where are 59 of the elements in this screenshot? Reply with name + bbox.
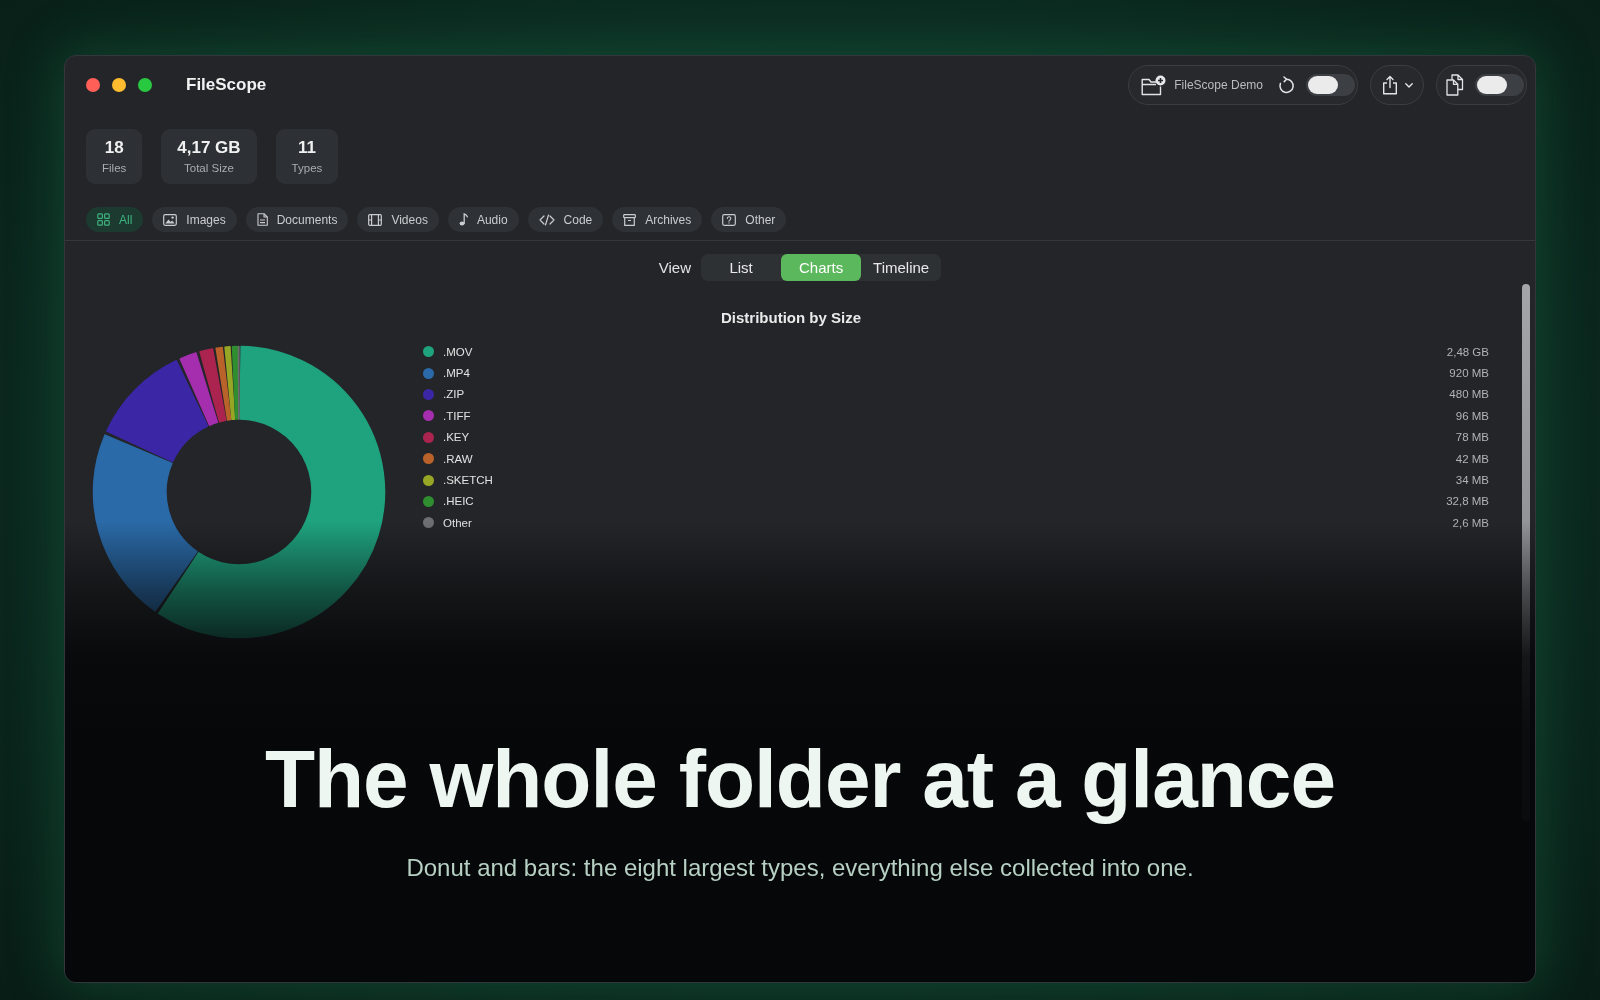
- share-icon: [1381, 75, 1398, 95]
- image-icon: [163, 213, 178, 226]
- stat-label: Files: [102, 161, 127, 175]
- legend-value: 96 MB: [1455, 409, 1489, 422]
- legend-value: 78 MB: [1455, 431, 1489, 444]
- legend-label: .RAW: [443, 452, 473, 465]
- share-menu-button[interactable]: [1370, 65, 1424, 105]
- legend-value: 42 MB: [1455, 452, 1489, 465]
- filter-chip[interactable]: All: [86, 207, 144, 232]
- window-title: FileScope: [186, 75, 267, 95]
- legend-value: 480 MB: [1449, 388, 1489, 401]
- legend-label: Other: [443, 516, 472, 529]
- folder-plus-icon: [1141, 74, 1167, 96]
- question-box-icon: [722, 213, 737, 226]
- close-button[interactable]: [86, 78, 100, 92]
- legend-value: 34 MB: [1455, 474, 1489, 487]
- view-tab[interactable]: Timeline: [861, 254, 942, 281]
- legend-label: .TIFF: [443, 409, 471, 422]
- legend-label: .MP4: [443, 367, 470, 380]
- scrollbar-thumb[interactable]: [1522, 284, 1530, 821]
- legend-value: 32,8 MB: [1446, 495, 1489, 508]
- chart-title: Distribution by Size: [720, 308, 862, 328]
- legend-value: 920 MB: [1449, 367, 1489, 380]
- stat-label: Total Size: [184, 161, 234, 175]
- legend-value: 2,48 GB: [1446, 345, 1489, 358]
- grid-icon: [97, 213, 110, 226]
- filter-chip[interactable]: Other: [711, 207, 787, 232]
- legend-label: .MOV: [443, 345, 473, 358]
- maximize-button[interactable]: [138, 78, 152, 92]
- code-icon: [538, 213, 555, 226]
- view-label: View: [658, 259, 692, 276]
- refresh-icon[interactable]: [1277, 75, 1295, 95]
- view-tab[interactable]: List: [701, 254, 782, 281]
- filter-chip[interactable]: Archives: [612, 207, 703, 232]
- archive-box-icon: [623, 213, 637, 226]
- legend-label: .SKETCH: [443, 474, 493, 487]
- document-icon: [256, 213, 268, 226]
- toggle-switch[interactable]: [1306, 74, 1355, 96]
- legend-label: .KEY: [443, 431, 470, 444]
- filter-chip[interactable]: Code: [527, 207, 604, 232]
- filter-chip[interactable]: Documents: [245, 207, 349, 232]
- filter-chip[interactable]: Videos: [357, 207, 439, 232]
- subtitle: Donut and bars: the eight largest types, everything else collected into one.: [406, 853, 1194, 883]
- stat-label: Types: [291, 161, 323, 175]
- stat-value: 4,17 GB: [177, 138, 241, 158]
- stat-value: 11: [297, 138, 316, 158]
- legend-label: .ZIP: [443, 388, 465, 401]
- film-icon: [368, 213, 383, 226]
- legend-label: .HEIC: [443, 495, 474, 508]
- minimize-button[interactable]: [112, 78, 126, 92]
- legend-value: 2,6 MB: [1452, 516, 1489, 529]
- folder-button[interactable]: FileScope Demo: [1141, 74, 1263, 96]
- chevron-down-icon: [1404, 82, 1413, 88]
- music-note-icon: [458, 213, 468, 226]
- toggle-switch[interactable]: [1475, 74, 1524, 96]
- filter-chip[interactable]: Audio: [447, 207, 519, 232]
- filter-chip[interactable]: Images: [152, 207, 237, 232]
- copy-icon[interactable]: [1446, 74, 1464, 96]
- stat-value: 18: [104, 138, 124, 158]
